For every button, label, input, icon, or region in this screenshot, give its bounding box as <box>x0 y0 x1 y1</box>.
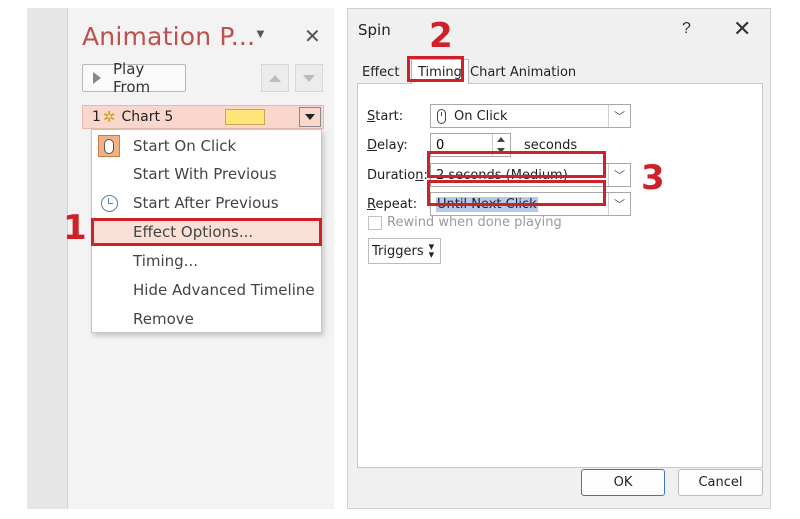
slide-edge <box>27 8 67 509</box>
menu-item-label: Start On Click <box>133 137 237 155</box>
spin-animation-icon: ✲ <box>102 108 116 126</box>
chevron-down-icon: ﹀ <box>608 105 630 127</box>
chevron-down-icon: ﹀ <box>608 164 630 186</box>
arrow-down-icon <box>303 74 315 82</box>
tab-effect[interactable]: Effect <box>362 61 399 83</box>
double-chevron-down-icon: ▾ ▾ <box>428 240 435 261</box>
chevron-down-icon: ﹀ <box>608 193 630 215</box>
close-icon[interactable]: ✕ <box>304 24 321 49</box>
menu-item-start-after-previous[interactable]: Start After Previous <box>92 189 321 217</box>
menu-item-remove[interactable]: Remove <box>92 305 321 333</box>
rewind-label: Rewind when done playing <box>387 215 562 230</box>
ok-button[interactable]: OK <box>581 469 665 496</box>
menu-item-label: Remove <box>133 310 194 328</box>
mouse-icon <box>437 108 446 124</box>
menu-item-label: Start With Previous <box>133 165 277 183</box>
move-down-button[interactable] <box>295 64 323 92</box>
triggers-button[interactable]: Triggers ▾ ▾ <box>368 238 441 264</box>
item-dropdown-button[interactable] <box>299 107 321 127</box>
timeline-bar <box>225 109 265 125</box>
screenshot-stage: Animation P... ▼ ✕ Play From 1 ✲ Chart 5… <box>0 0 800 519</box>
highlight-box-duration <box>427 151 606 178</box>
duration-label: Duration: <box>367 168 428 183</box>
arrow-up-icon <box>269 74 281 82</box>
play-from-label: Play From <box>113 60 151 96</box>
help-icon[interactable]: ? <box>682 20 691 38</box>
step-number-3: 3 <box>641 158 665 198</box>
highlight-box-timing-tab <box>407 56 464 82</box>
pane-options-icon[interactable]: ▼ <box>254 26 267 41</box>
clock-icon <box>98 192 120 214</box>
animation-item-chart[interactable]: 1 ✲ Chart 5 <box>82 105 324 129</box>
play-icon <box>93 72 101 84</box>
menu-item-hide-advanced-timeline[interactable]: Hide Advanced Timeline <box>92 276 321 304</box>
menu-item-start-with-previous[interactable]: Start With Previous <box>92 160 321 188</box>
chevron-down-icon <box>305 114 315 120</box>
menu-item-label: Hide Advanced Timeline <box>133 281 315 299</box>
menu-item-timing[interactable]: Timing... <box>92 247 321 275</box>
repeat-label: Repeat: <box>367 197 418 212</box>
animation-number: 1 <box>92 109 101 125</box>
delay-label: Delay: <box>367 138 408 153</box>
step-number-2: 2 <box>429 16 453 56</box>
start-select[interactable]: On Click ﹀ <box>430 104 631 128</box>
timing-tab-panel: Start: On Click ﹀ Delay: 0 seconds Durat… <box>357 83 763 468</box>
menu-item-label: Timing... <box>133 252 198 270</box>
step-number-1: 1 <box>63 208 87 248</box>
animation-item-name: Chart 5 <box>121 109 174 125</box>
play-from-button[interactable]: Play From <box>82 60 186 96</box>
highlight-box-repeat <box>427 180 606 206</box>
dialog-title: Spin <box>358 21 391 39</box>
close-icon[interactable]: ✕ <box>733 16 751 42</box>
menu-item-start-on-click[interactable]: Start On Click <box>92 132 321 160</box>
spin-dialog: Spin ? ✕ Effect Start: On Click ﹀ Delay:… <box>347 8 771 509</box>
rewind-checkbox[interactable] <box>368 216 382 230</box>
tab-chart-animation[interactable]: Chart Animation <box>470 61 576 83</box>
triggers-label: Triggers <box>372 243 424 259</box>
mouse-icon <box>98 135 120 157</box>
highlight-box-effect-options <box>91 218 322 246</box>
pane-title: Animation P... <box>82 22 256 51</box>
start-label: Start: <box>367 109 404 124</box>
menu-item-label: Start After Previous <box>133 194 279 212</box>
start-value: On Click <box>454 108 508 124</box>
cancel-button[interactable]: Cancel <box>678 469 763 496</box>
move-up-button[interactable] <box>261 64 289 92</box>
